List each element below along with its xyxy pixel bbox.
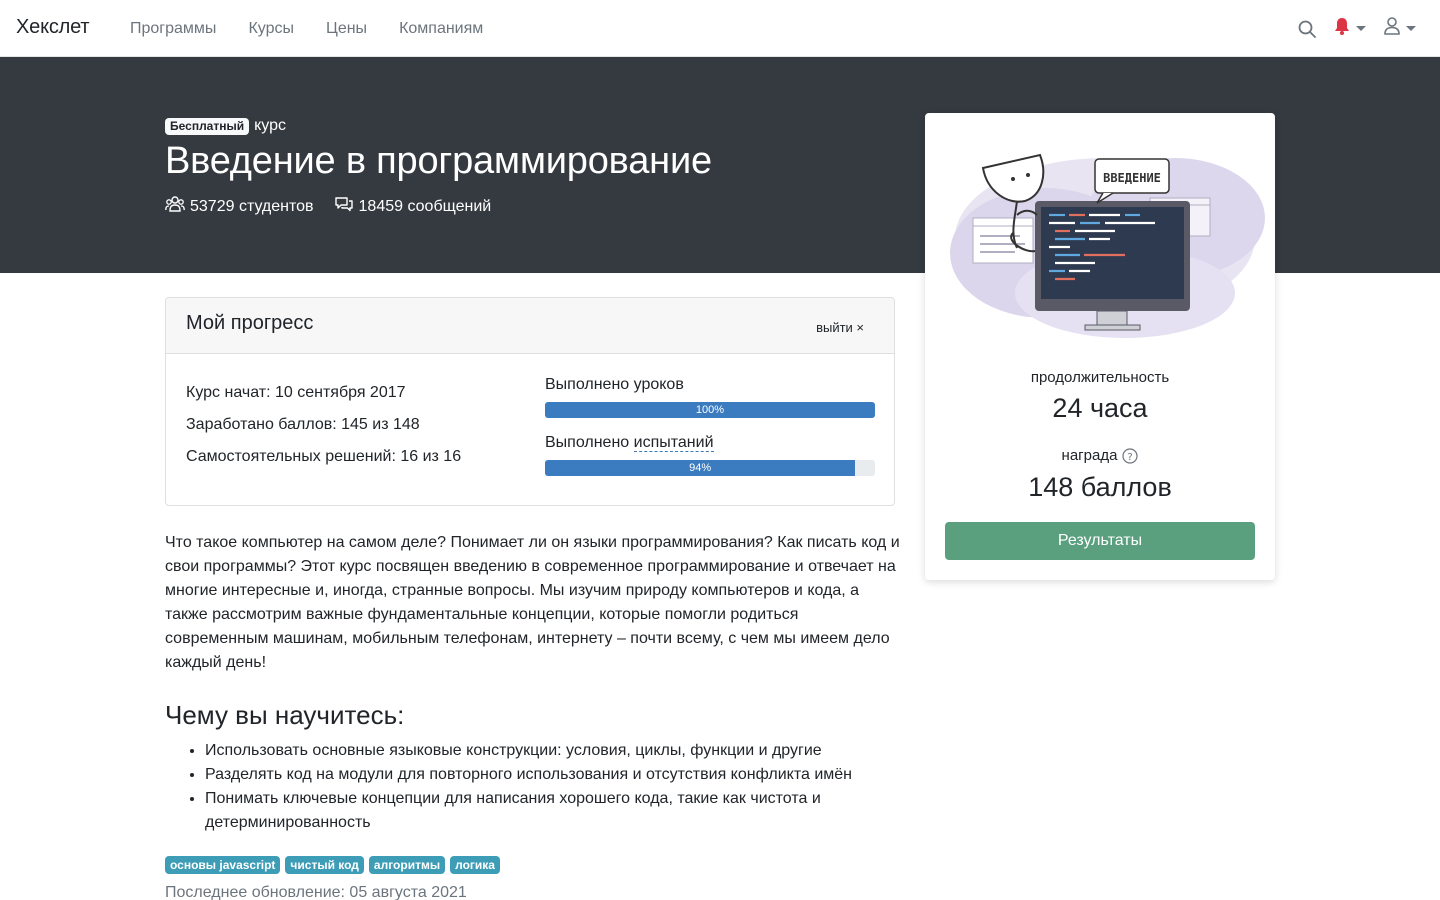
user-menu-dropdown[interactable] [1384,17,1416,40]
duration-value: 24 часа [1052,393,1148,423]
points-earned-text: Заработано баллов: 145 из 148 [186,416,420,433]
svg-text:?: ? [1128,452,1133,463]
my-progress-card: Мой прогресс выйти × Курс начат: 10 сент… [165,297,895,506]
progress-bars: Выполнено уроков 100% Выполнено испытани… [545,376,875,492]
tag-clean-code[interactable]: чистый код [285,856,364,874]
nav-right [1280,0,1416,57]
course-illustration: ВВЕДЕНИЕ [950,153,1265,338]
chevron-down-icon [1356,26,1366,31]
chevron-down-icon [1406,26,1416,31]
bell-icon [1334,17,1350,40]
search-icon[interactable] [1298,20,1316,38]
user-icon [1384,17,1400,40]
top-navbar: Хекслет Программы Курсы Цены Компаниям [0,0,1440,57]
lessons-label: Выполнено уроков [545,376,684,393]
course-started-text: Курс начат: 10 сентября 2017 [186,384,406,401]
students-count: 53729 студентов [190,197,314,215]
tag-javascript[interactable]: основы javascript [165,856,281,874]
tests-label: Выполнено испытаний [545,434,875,454]
nav-link-programs[interactable]: Программы [130,20,216,38]
nav-link-courses[interactable]: Курсы [248,20,294,38]
tests-progress-fill: 94% [545,460,856,476]
solutions-text: Самостоятельных решений: 16 из 16 [186,448,462,465]
messages-count: 18459 сообщений [358,197,492,215]
course-info-card: ВВЕДЕНИЕ продолжительность 24 часа награ… [925,113,1275,580]
nav-link-companies[interactable]: Компаниям [399,20,483,38]
comments-icon [334,196,359,217]
learn-section-title: Чему вы научитесь: [165,700,405,730]
course-description: Что такое компьютер на самом деле? Поним… [165,534,900,671]
help-circle-icon[interactable]: ? [1122,447,1139,464]
course-kind-label: курс [254,117,287,134]
tests-label-prefix: Выполнено [545,434,634,451]
leave-course-button[interactable]: выйти × [816,320,864,335]
tests-link[interactable]: испытаний [633,434,714,452]
users-icon [165,196,190,217]
course-title: Введение в программирование [165,140,712,182]
lessons-progress-bar: 100% [545,402,875,418]
duration-label: продолжительность [1030,369,1170,386]
learn-list-item: Понимать ключевые концепции для написани… [205,787,895,835]
progress-summary: Курс начат: 10 сентября 2017 Заработано … [186,384,461,480]
nav-link-prices[interactable]: Цены [326,20,367,38]
learn-list: Использовать основные языковые конструкц… [205,739,895,835]
tag-logic[interactable]: логика [450,856,500,874]
reward-label: награда [1061,447,1118,464]
learn-list-item: Использовать основные языковые конструкц… [205,739,895,763]
reward-value: 148 баллов [1028,472,1172,502]
course-stats: 53729 студентов 18459 сообщений [165,196,511,217]
progress-card-header: Мой прогресс выйти × [166,298,894,354]
messages-stat[interactable]: 18459 сообщений [334,196,492,217]
progress-title: Мой прогресс [186,312,314,334]
learn-list-item: Разделять код на модули для повторного и… [205,763,895,787]
notifications-dropdown[interactable] [1334,17,1366,40]
illustration-bubble-text: ВВЕДЕНИЕ [1103,171,1161,185]
tag-algorithms[interactable]: алгоритмы [368,856,446,874]
lessons-progress-fill: 100% [545,402,875,418]
free-badge: Бесплатный [165,117,250,135]
reward-row: награда ? [925,447,1275,464]
brand-logo[interactable]: Хекслет [16,16,90,39]
tests-progress-bar: 94% [545,460,875,476]
results-button[interactable]: Результаты [945,522,1255,560]
course-kind: Бесплатный курс [165,117,286,135]
students-stat: 53729 студентов [165,196,314,217]
last-updated-text: Последнее обновление: 05 августа 2021 [165,884,467,900]
course-tags: основы javascript чистый код алгоритмы л… [165,856,505,874]
nav-links: Программы Курсы Цены Компаниям [130,0,515,57]
